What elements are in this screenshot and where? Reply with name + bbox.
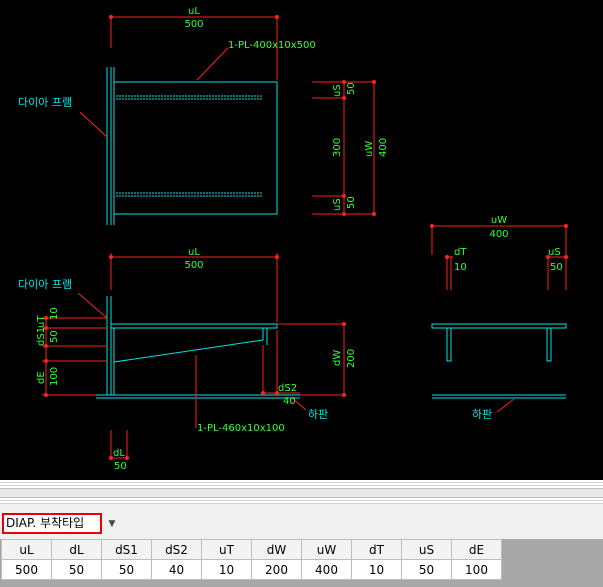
top-uL-label: uL	[188, 6, 200, 17]
col-header: dS1	[101, 539, 152, 560]
table-cell[interactable]: 50	[401, 559, 452, 580]
top-uW-label: uW	[364, 141, 375, 157]
type-select[interactable]: DIAP. 부착타입	[2, 513, 102, 534]
side-dL-value: 50	[114, 461, 127, 472]
table-cell[interactable]: 400	[301, 559, 352, 580]
table-cell[interactable]: 50	[101, 559, 152, 580]
side-uL-label: uL	[188, 247, 200, 258]
col-header: dL	[51, 539, 102, 560]
front-dT-value: 10	[454, 262, 467, 273]
col-header: dS2	[151, 539, 202, 560]
side-uL-value: 500	[184, 260, 203, 271]
side-frame-label: 다이아 프램	[18, 278, 72, 291]
side-uT-label: uT	[36, 315, 47, 328]
col-header: dW	[251, 539, 302, 560]
top-uS-bot-label: uS	[332, 198, 343, 211]
parameter-grid: uL dL dS1 dS2 uT dW uW dT uS dE 500 50 5…	[0, 539, 603, 587]
table-cell[interactable]: 10	[351, 559, 402, 580]
table-cell[interactable]: 100	[451, 559, 502, 580]
col-header: uT	[201, 539, 252, 560]
top-uS-bot-value: 50	[346, 196, 357, 209]
side-view: uL 500 다이아 프램 uT 10 dS1 50 dE 100 dW 200…	[18, 247, 357, 472]
side-dS2-label: dS2	[278, 383, 297, 394]
side-bottom-plate-label: 하판	[308, 407, 328, 421]
table-header-row: uL dL dS1 dS2 uT dW uW dT uS dE	[1, 539, 502, 560]
table-cell[interactable]: 10	[201, 559, 252, 580]
side-dL-label: dL	[113, 448, 125, 459]
front-uS-label: uS	[548, 247, 561, 258]
parameter-table: uL dL dS1 dS2 uT dW uW dT uS dE 500 50 5…	[1, 539, 502, 580]
side-dW-value: 200	[346, 349, 357, 368]
splitter-handle[interactable]	[0, 488, 603, 498]
table-row: 500 50 50 40 10 200 400 10 50 100	[1, 559, 502, 580]
top-uS-top-value: 50	[346, 82, 357, 95]
front-uW-value: 400	[489, 229, 508, 240]
table-cell[interactable]: 50	[51, 559, 102, 580]
side-dS1-label: dS1	[36, 327, 47, 346]
col-header: dT	[351, 539, 402, 560]
cad-drawing-canvas[interactable]: uL 500 1-PL-400x10x500 다이아 프램 uS 50 300 …	[0, 0, 603, 480]
col-header: uW	[301, 539, 352, 560]
table-cell[interactable]: 40	[151, 559, 202, 580]
top-plate-label: 1-PL-400x10x500	[228, 40, 316, 51]
table-cell[interactable]: 200	[251, 559, 302, 580]
top-mid-value: 300	[332, 138, 343, 157]
front-dT-label: dT	[454, 247, 467, 258]
front-view: uW 400 dT 10 uS 50 하판	[430, 215, 568, 421]
side-dE-value: 100	[49, 367, 60, 386]
top-uL-value: 500	[184, 19, 203, 30]
side-dS2-value: 40	[283, 396, 296, 407]
cad-drawing: uL 500 1-PL-400x10x500 다이아 프램 uS 50 300 …	[18, 6, 568, 472]
side-uT-value: 10	[49, 307, 60, 320]
col-header: uS	[401, 539, 452, 560]
top-view: uL 500 1-PL-400x10x500 다이아 프램 uS 50 300 …	[18, 6, 389, 225]
col-header: dE	[451, 539, 502, 560]
top-uW-value: 400	[378, 138, 389, 157]
front-uW-label: uW	[491, 215, 507, 226]
top-frame-label: 다이아 프램	[18, 96, 72, 109]
side-dE-label: dE	[36, 371, 47, 384]
table-cell[interactable]: 500	[1, 559, 52, 580]
splitter-bar[interactable]	[0, 480, 603, 504]
top-uS-top-label: uS	[332, 84, 343, 97]
side-dS1-value: 50	[49, 330, 60, 343]
side-plate-label: 1-PL-460x10x100	[197, 423, 285, 434]
side-dW-label: dW	[332, 350, 343, 366]
front-bottom-plate-label: 하판	[472, 407, 492, 421]
chevron-down-icon[interactable]: ▼	[104, 514, 120, 534]
front-uS-value: 50	[550, 262, 563, 273]
col-header: uL	[1, 539, 52, 560]
